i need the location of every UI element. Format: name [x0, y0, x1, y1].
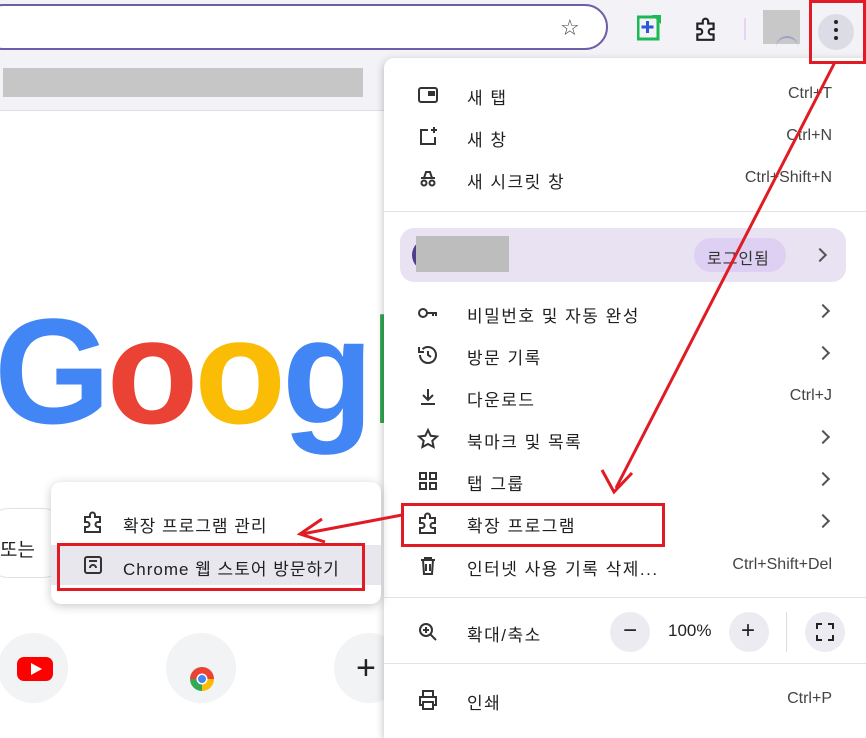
- zoom-icon: [419, 623, 437, 641]
- menu-item-label: 새 시크릿 창: [467, 173, 566, 192]
- signed-in-label: 로그인됨: [707, 251, 770, 268]
- youtube-play-icon: [31, 663, 42, 675]
- address-bar[interactable]: [0, 4, 608, 50]
- plus-icon: +: [741, 617, 756, 644]
- submenu-item-label: 확장 프로그램 관리: [123, 517, 268, 536]
- chevron-right-icon: [815, 345, 831, 361]
- menu-item-shortcut: Ctrl+P: [787, 690, 832, 707]
- star-icon: [416, 427, 440, 449]
- menu-divider: [384, 597, 866, 598]
- menu-item-label: 새 탭: [467, 89, 508, 108]
- search-placeholder: 또는: [0, 540, 35, 561]
- menu-item-clear-history[interactable]: 인터넷 사용 기록 삭제... Ctrl+Shift+Del: [384, 546, 866, 586]
- menu-item-label: 인터넷 사용 기록 삭제...: [467, 560, 659, 579]
- chevron-right-icon: [815, 513, 831, 529]
- tab-groups-icon: [419, 472, 437, 490]
- minus-icon: −: [623, 617, 638, 644]
- fullscreen-button[interactable]: [805, 612, 845, 652]
- menu-item-downloads[interactable]: 다운로드 Ctrl+J: [384, 377, 866, 417]
- bookmark-star-icon[interactable]: ☆: [560, 15, 580, 41]
- history-icon: [418, 346, 437, 364]
- key-icon: [418, 308, 437, 318]
- menu-item-shortcut: Ctrl+T: [788, 85, 832, 102]
- trash-icon: [421, 557, 435, 575]
- fullscreen-icon: [816, 623, 834, 641]
- annotation-box-extensions: [401, 503, 665, 547]
- menu-item-label: 새 창: [467, 131, 508, 150]
- chrome-icon: [190, 667, 214, 691]
- bookmarks-redacted: [3, 68, 363, 97]
- menu-item-history[interactable]: 방문 기록: [384, 335, 866, 375]
- menu-divider: [384, 663, 866, 664]
- print-icon: [419, 690, 437, 710]
- menu-item-bookmarks[interactable]: 북마크 및 목록: [384, 419, 866, 459]
- menu-item-label: 북마크 및 목록: [467, 433, 583, 452]
- menu-item-label: 다운로드: [467, 391, 536, 410]
- new-tab-icon: [418, 87, 438, 103]
- chevron-right-icon: [815, 303, 831, 319]
- menu-item-shortcut: Ctrl+Shift+Del: [732, 556, 832, 573]
- puzzle-icon: [84, 511, 101, 533]
- profile-name-redacted: [416, 236, 509, 272]
- menu-item-shortcut: Ctrl+J: [789, 387, 832, 404]
- incognito-icon: [420, 171, 436, 187]
- new-window-icon: [420, 127, 437, 145]
- chevron-right-icon: [815, 471, 831, 487]
- submenu-item-manage-extensions[interactable]: 확장 프로그램 관리: [51, 502, 381, 542]
- annotation-box-menu-button: [809, 0, 866, 64]
- menu-item-new-window[interactable]: 새 창 Ctrl+N: [384, 117, 866, 157]
- menu-item-label: 비밀번호 및 자동 완성: [467, 307, 640, 326]
- zoom-out-button[interactable]: −: [610, 612, 650, 652]
- menu-item-shortcut: Ctrl+N: [786, 127, 832, 144]
- annotation-box-webstore: [57, 543, 365, 591]
- extension-green-icon[interactable]: [637, 15, 661, 41]
- chevron-right-icon: [815, 429, 831, 445]
- menu-item-label: 방문 기록: [467, 349, 542, 368]
- menu-item-new-tab[interactable]: 새 탭 Ctrl+T: [384, 75, 866, 115]
- add-icon: +: [356, 649, 376, 687]
- menu-item-label: 인쇄: [467, 694, 502, 713]
- zoom-in-button[interactable]: +: [729, 612, 769, 652]
- menu-item-passwords[interactable]: 비밀번호 및 자동 완성: [384, 293, 866, 333]
- menu-divider: [384, 211, 866, 212]
- menu-item-print[interactable]: 인쇄 Ctrl+P: [384, 680, 866, 720]
- menu-item-label: 확대/축소: [467, 626, 542, 645]
- zoom-divider: [786, 612, 787, 652]
- zoom-level: 100%: [668, 621, 712, 640]
- toolbar-separator: [744, 18, 746, 40]
- menu-item-shortcut: Ctrl+Shift+N: [744, 169, 832, 186]
- menu-item-incognito[interactable]: 새 시크릿 창 Ctrl+Shift+N: [384, 159, 866, 199]
- download-icon: [421, 389, 435, 405]
- extensions-puzzle-icon[interactable]: [693, 16, 719, 42]
- menu-item-label: 탭 그룹: [467, 475, 525, 494]
- menu-item-tab-groups[interactable]: 탭 그룹: [384, 461, 866, 501]
